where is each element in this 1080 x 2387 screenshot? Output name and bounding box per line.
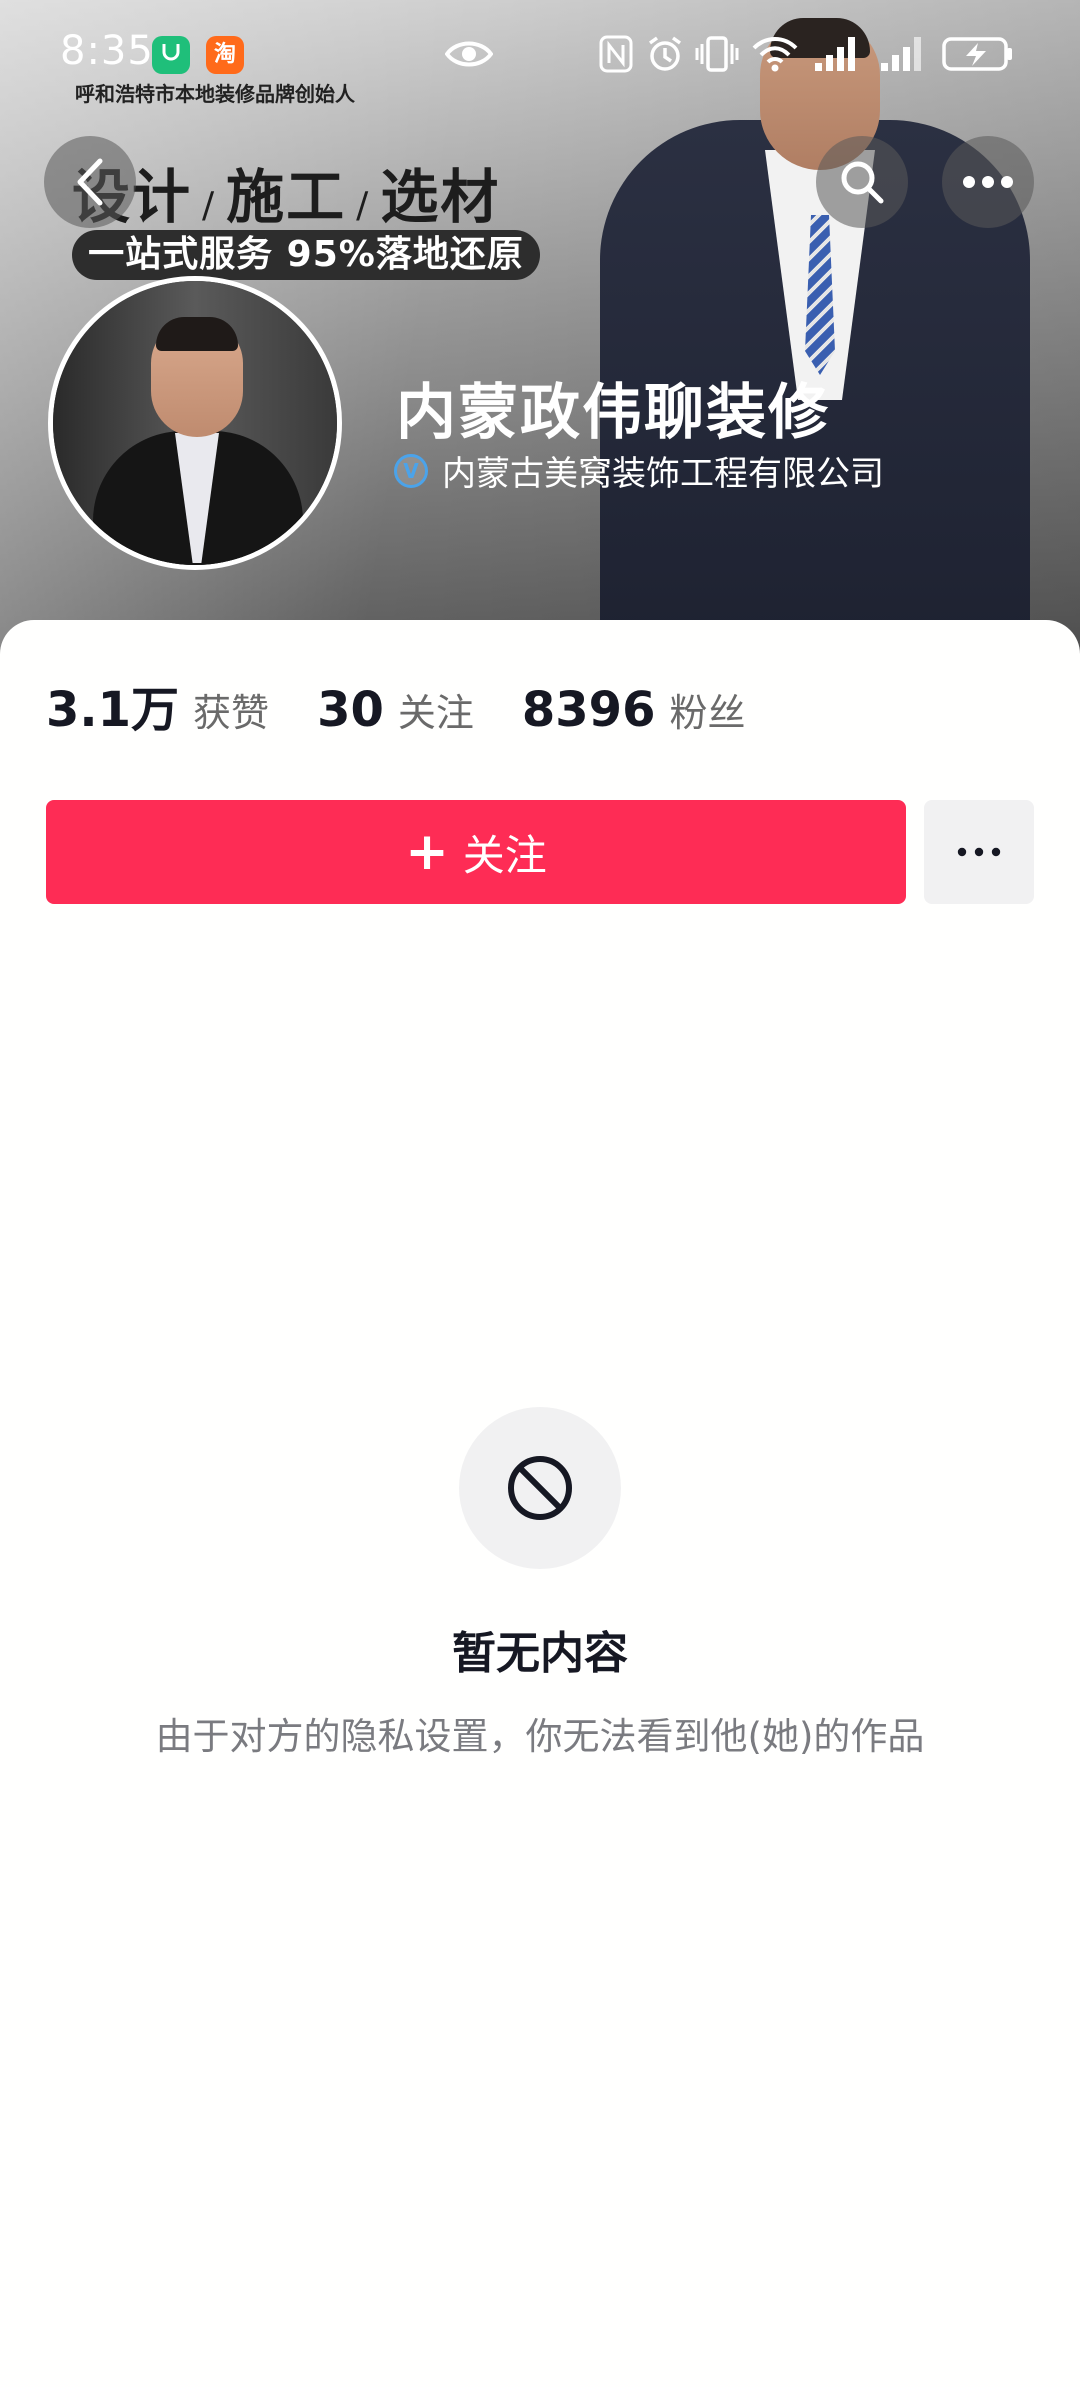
company-verification[interactable]: V 内蒙古美窝装饰工程有限公司 <box>394 446 884 495</box>
no-content-icon <box>459 1407 621 1569</box>
chevron-left-icon <box>77 158 103 206</box>
avatar[interactable] <box>48 276 342 570</box>
slogan-construction: 施工 <box>226 163 347 231</box>
plus-icon: + <box>405 822 449 882</box>
more-icon <box>963 176 1013 188</box>
stat-likes[interactable]: 3.1万 获赞 <box>46 670 269 740</box>
banner-subtitle: 呼和浩特市本地装修品牌创始人 <box>75 82 355 106</box>
verified-icon: V <box>394 453 428 488</box>
banner-service-pill: 一站式服务 95%落地还原 <box>72 230 540 280</box>
slogan-materials: 选材 <box>380 163 501 231</box>
slogan-separator: / <box>356 185 371 226</box>
mi-home-icon <box>152 36 190 74</box>
profile-stats: 3.1万 获赞 30 关注 8396 粉丝 <box>46 670 793 740</box>
profile-more-button[interactable] <box>924 800 1034 904</box>
stat-following[interactable]: 30 关注 <box>317 682 474 738</box>
follow-button-label: 关注 <box>462 830 547 880</box>
banner-slogan: 设计/施工/选材 <box>72 150 500 234</box>
status-bar: 8:35 淘 呼和浩特市本地装修品牌创始人 <box>0 0 1080 110</box>
more-icon <box>957 847 1001 857</box>
alarm-icon <box>644 30 686 78</box>
stat-likes-count: 3.1万 <box>46 682 180 738</box>
stat-following-label: 关注 <box>397 691 474 735</box>
nfc-icon <box>596 30 636 78</box>
avatar-hair <box>156 317 238 351</box>
prohibited-icon <box>508 1456 572 1520</box>
follow-button[interactable]: + 关注 <box>46 800 906 904</box>
search-icon <box>841 161 884 204</box>
stat-followers-count: 8396 <box>521 682 656 738</box>
profile-name: 内蒙政伟聊装修 <box>396 378 830 448</box>
header-more-button[interactable] <box>942 136 1034 228</box>
taobao-icon: 淘 <box>206 36 244 74</box>
stat-following-count: 30 <box>317 682 384 738</box>
stat-followers[interactable]: 8396 粉丝 <box>522 682 746 738</box>
battery-icon <box>940 30 1016 78</box>
status-time: 8:35 <box>60 28 154 74</box>
vibrate-icon <box>694 30 740 78</box>
stat-likes-label: 获赞 <box>193 691 270 735</box>
signal-icon-1 <box>812 30 862 78</box>
search-button[interactable] <box>816 136 908 228</box>
empty-state-title: 暂无内容 <box>452 1628 628 1679</box>
slogan-separator: / <box>202 185 217 226</box>
wifi-icon <box>750 30 800 78</box>
back-button[interactable] <box>44 136 136 228</box>
stat-followers-label: 粉丝 <box>669 691 746 735</box>
signal-icon-2 <box>878 30 928 78</box>
company-name: 内蒙古美窝装饰工程有限公司 <box>442 454 884 494</box>
empty-state-description: 由于对方的隐私设置，你无法看到他(她)的作品 <box>155 1715 925 1758</box>
eye-icon <box>444 30 494 78</box>
